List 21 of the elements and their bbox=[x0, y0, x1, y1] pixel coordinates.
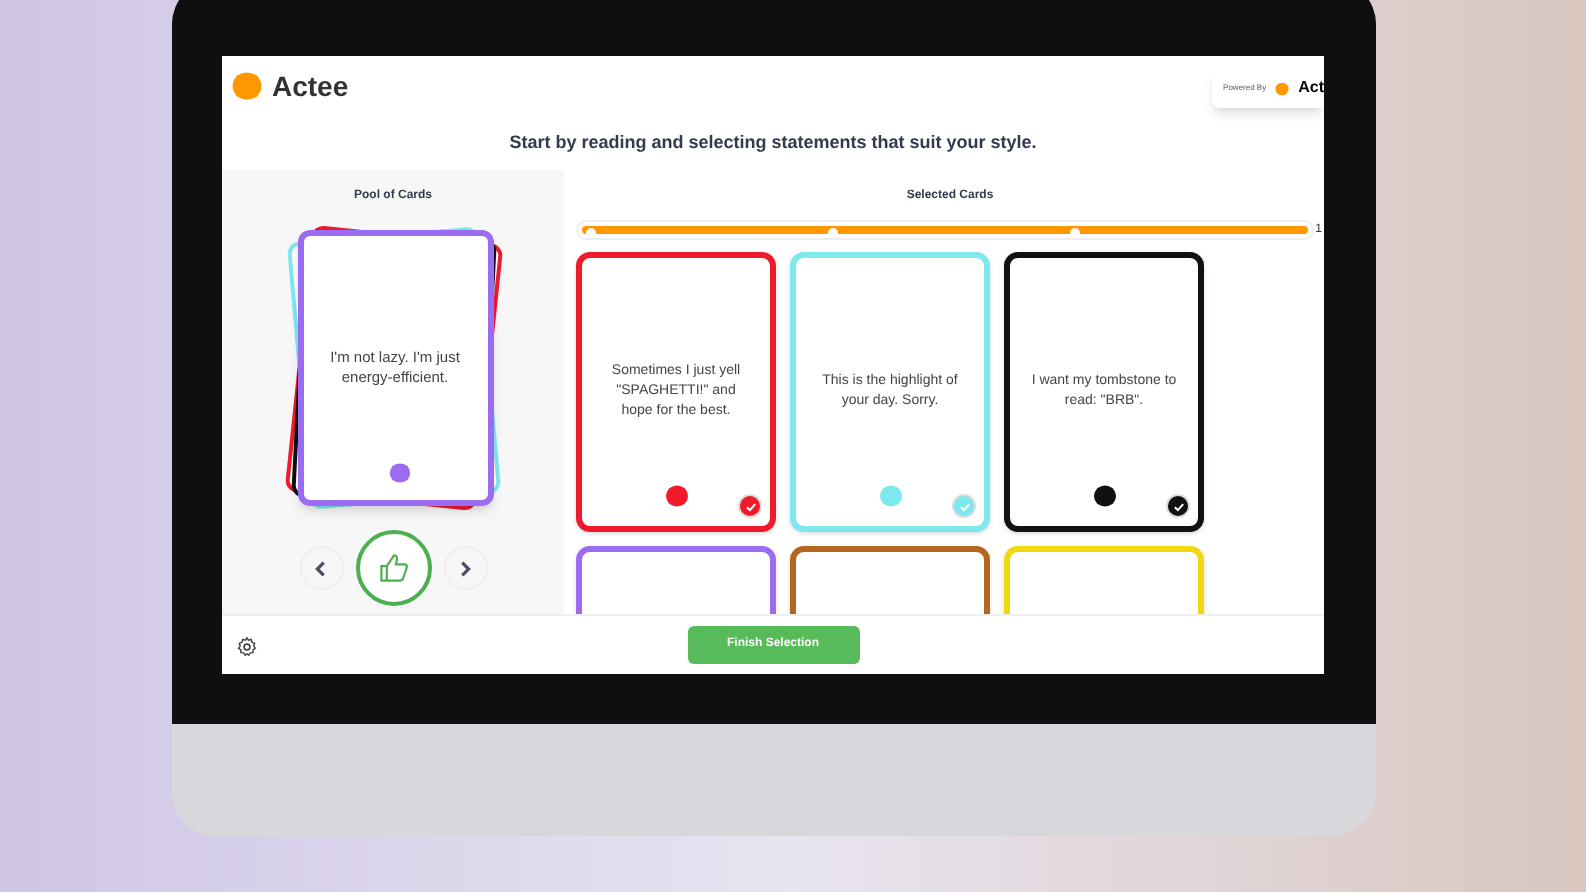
checkmark-icon bbox=[1171, 499, 1185, 513]
brand-name: Actee bbox=[272, 67, 349, 105]
chevron-icon bbox=[312, 559, 330, 577]
logo-icon bbox=[1274, 81, 1291, 95]
next-button[interactable] bbox=[443, 546, 487, 590]
chevron-icon bbox=[456, 559, 474, 577]
checked-checkbox[interactable] bbox=[738, 494, 762, 518]
checkmark-icon bbox=[957, 499, 971, 513]
checkmark-icon bbox=[743, 499, 757, 513]
previous-button[interactable] bbox=[299, 546, 343, 590]
like-button[interactable] bbox=[355, 530, 431, 606]
settings-icon[interactable] bbox=[236, 636, 258, 658]
blob-icon bbox=[664, 484, 690, 508]
thumbs-up-icon bbox=[375, 550, 411, 586]
logo-icon bbox=[230, 70, 264, 102]
blob-icon bbox=[387, 462, 411, 484]
checked-checkbox[interactable] bbox=[952, 494, 976, 518]
blob-icon bbox=[878, 484, 904, 508]
instruction-text: Start by reading and selecting statements that suit your style. bbox=[509, 129, 1037, 156]
checked-checkbox[interactable] bbox=[1166, 494, 1190, 518]
blob-icon bbox=[1092, 484, 1118, 508]
